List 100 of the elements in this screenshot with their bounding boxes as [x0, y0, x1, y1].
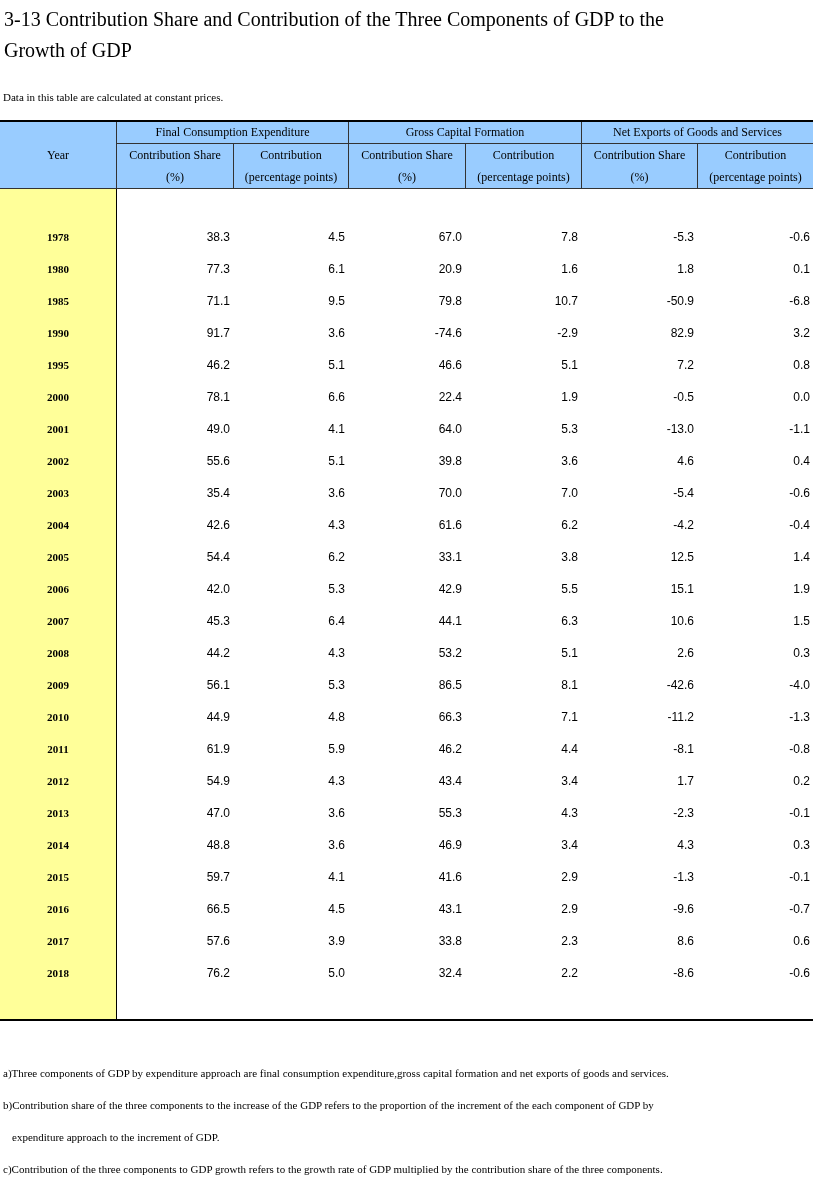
- footnote: expenditure approach to the increment of GDP.: [11, 1130, 221, 1145]
- table-cell: 3.6: [328, 806, 345, 820]
- table-cell: 4.5: [328, 902, 345, 916]
- table-cell: 55.6: [206, 454, 230, 468]
- table-cell: 1.7: [677, 774, 694, 788]
- table-cell: 86.5: [438, 678, 462, 692]
- table-cell: 3.9: [328, 934, 345, 948]
- table-cell: 3.4: [561, 838, 578, 852]
- table-cell: -4.2: [673, 518, 694, 532]
- table-cell: 6.2: [561, 518, 578, 532]
- table-cell: 42.9: [438, 582, 462, 596]
- year-cell: 2000: [47, 391, 69, 403]
- table-cell: 3.6: [328, 838, 345, 852]
- table-cell: 4.3: [561, 806, 578, 820]
- table-cell: -1.1: [789, 422, 810, 436]
- table-cell: 15.1: [670, 582, 694, 596]
- table-cell: 0.0: [793, 390, 810, 404]
- table-cell: 45.3: [206, 614, 230, 628]
- column-group-header: Gross Capital Formation: [348, 122, 581, 144]
- table-cell: 0.3: [793, 646, 810, 660]
- column-header: Contribution: [465, 144, 581, 166]
- table-cell: 39.8: [438, 454, 462, 468]
- table-cell: 5.1: [561, 358, 578, 372]
- year-cell: 2009: [47, 679, 69, 691]
- table-cell: 49.0: [206, 422, 230, 436]
- year-cell: 2013: [47, 807, 69, 819]
- table-cell: -0.4: [789, 518, 810, 532]
- table-cell: 78.1: [206, 390, 230, 404]
- table-cell: 43.1: [438, 902, 462, 916]
- table-cell: -0.1: [789, 806, 810, 820]
- table-cell: -8.6: [673, 966, 694, 980]
- table-cell: 3.2: [793, 326, 810, 340]
- table-cell: 5.1: [561, 646, 578, 660]
- table-cell: 0.6: [793, 934, 810, 948]
- table-cell: -2.9: [557, 326, 578, 340]
- table-cell: -0.7: [789, 902, 810, 916]
- table-cell: 6.4: [328, 614, 345, 628]
- table-cell: 9.5: [328, 294, 345, 308]
- table-cell: 44.9: [206, 710, 230, 724]
- table-cell: 4.3: [677, 838, 694, 852]
- column-header: Year: [45, 146, 71, 164]
- table-cell: -0.5: [673, 390, 694, 404]
- column-unit: (%): [116, 166, 233, 188]
- year-cell: 2006: [47, 583, 69, 595]
- table-cell: 71.1: [206, 294, 230, 308]
- table-cell: -42.6: [666, 678, 694, 692]
- table-cell: 2.3: [561, 934, 578, 948]
- table-cell: 1.4: [793, 550, 810, 564]
- year-cell: 2012: [47, 775, 69, 787]
- table-cell: 42.0: [206, 582, 230, 596]
- table-cell: 4.3: [328, 518, 345, 532]
- table-cell: 10.6: [670, 614, 694, 628]
- table-cell: 3.6: [561, 454, 578, 468]
- year-cell: 1980: [47, 263, 69, 275]
- table-cell: 77.3: [206, 262, 230, 276]
- table-cell: 35.4: [206, 486, 230, 500]
- table-cell: 41.6: [438, 870, 462, 884]
- column-unit: (percentage points): [233, 166, 348, 188]
- table-cell: 4.1: [328, 422, 345, 436]
- year-cell: 1978: [47, 231, 69, 243]
- table-cell: -5.4: [673, 486, 694, 500]
- table-cell: 6.6: [328, 390, 345, 404]
- table-cell: 1.9: [793, 582, 810, 596]
- table-cell: 7.8: [561, 230, 578, 244]
- column-unit: (%): [581, 166, 697, 188]
- column-header: Contribution: [233, 144, 348, 166]
- table-cell: 61.9: [206, 742, 230, 756]
- year-cell: 2014: [47, 839, 69, 851]
- table-cell: 0.3: [793, 838, 810, 852]
- table-cell: 6.3: [561, 614, 578, 628]
- table-cell: 2.2: [561, 966, 578, 980]
- table-cell: 82.9: [670, 326, 694, 340]
- column-header: Contribution: [697, 144, 813, 166]
- year-cell: 2016: [47, 903, 69, 915]
- column-unit: (percentage points): [465, 166, 581, 188]
- page-title: 3-13 Contribution Share and Contribution of the Three Components of GDP to the Growth of GDP: [3, 7, 665, 63]
- table-cell: 46.9: [438, 838, 462, 852]
- year-cell: 2005: [47, 551, 69, 563]
- table-cell: 8.6: [677, 934, 694, 948]
- column-group-header: Net Exports of Goods and Services: [581, 122, 813, 144]
- table-cell: -4.0: [789, 678, 810, 692]
- table-cell: 54.9: [206, 774, 230, 788]
- column-header: Contribution Share: [348, 144, 465, 166]
- table-cell: -1.3: [673, 870, 694, 884]
- table-cell: 53.2: [438, 646, 462, 660]
- table-cell: 0.1: [793, 262, 810, 276]
- table-cell: 10.7: [554, 294, 578, 308]
- table-cell: -50.9: [666, 294, 694, 308]
- table-cell: 4.5: [328, 230, 345, 244]
- table-cell: 5.0: [328, 966, 345, 980]
- table-cell: 48.8: [206, 838, 230, 852]
- table-cell: 67.0: [438, 230, 462, 244]
- table-cell: 8.1: [561, 678, 578, 692]
- year-cell: 2002: [47, 455, 69, 467]
- year-cell: 2011: [47, 743, 69, 755]
- table-cell: 91.7: [206, 326, 230, 340]
- table-cell: 4.3: [328, 646, 345, 660]
- table-cell: 38.3: [206, 230, 230, 244]
- table-cell: 5.1: [328, 454, 345, 468]
- table-cell: 1.8: [677, 262, 694, 276]
